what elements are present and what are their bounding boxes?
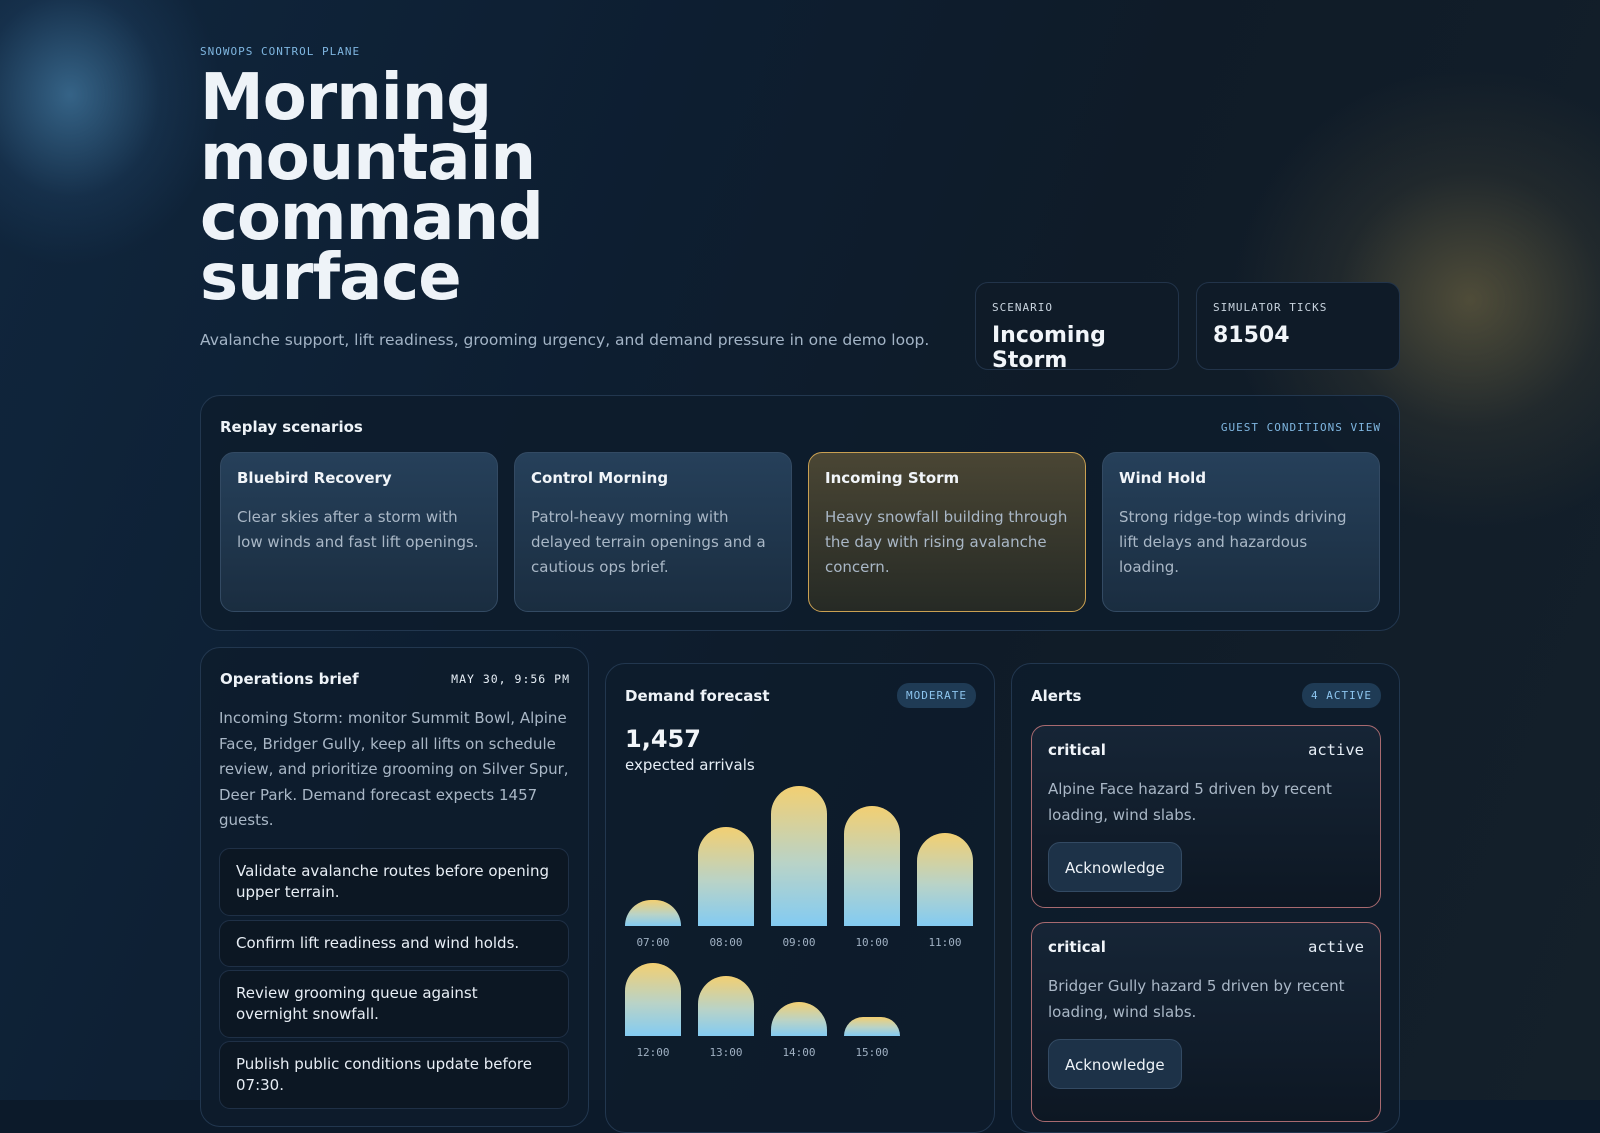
ticks-stat-label: SIMULATOR TICKS (1213, 301, 1328, 314)
expected-arrivals-value: 1,457 (625, 725, 701, 753)
demand-tick-label: 13:00 (709, 1046, 743, 1059)
demand-tick-label: 08:00 (709, 936, 743, 949)
scenario-name: Wind Hold (1119, 469, 1207, 487)
operations-brief-panel: Operations brief MAY 30, 9:56 PM Incomin… (200, 647, 589, 1127)
demand-tick-label: 07:00 (636, 936, 670, 949)
brief-date: MAY 30, 9:56 PM (451, 672, 570, 686)
demand-bar-1100 (917, 833, 973, 926)
replay-scenarios-panel: Replay scenarios GUEST CONDITIONS VIEW B… (200, 395, 1400, 631)
scenario-description: Patrol-heavy morning with delayed terrai… (531, 508, 766, 576)
alert-status: active (1308, 938, 1364, 956)
scenario-stat-value: Incoming Storm (992, 323, 1106, 373)
active-alerts-badge: 4 ACTIVE (1302, 683, 1381, 708)
acknowledge-button[interactable]: Acknowledge (1048, 842, 1182, 892)
demand-bar-0900 (771, 786, 827, 926)
scenario-name: Incoming Storm (825, 469, 960, 487)
alert-message: Alpine Face hazard 5 driven by recent lo… (1048, 780, 1332, 824)
demand-tick-label: 10:00 (855, 936, 889, 949)
demand-bar-0800 (698, 827, 754, 926)
alert-card: critical active Bridger Gully hazard 5 d… (1031, 922, 1381, 1122)
demand-tick-label: 11:00 (928, 936, 962, 949)
task-item: Confirm lift readiness and wind holds. (219, 920, 569, 967)
demand-tick-label: 09:00 (782, 936, 816, 949)
demand-bar-1000 (844, 806, 900, 926)
demand-bar-0700 (625, 900, 681, 926)
demand-bar-1200 (625, 963, 681, 1036)
scenario-card-incoming-storm[interactable]: Incoming Storm Heavy snowfall building t… (808, 452, 1086, 612)
scenario-name: Bluebird Recovery (237, 469, 392, 487)
alert-severity: critical (1048, 938, 1106, 956)
ticks-stat-card: SIMULATOR TICKS 81504 (1196, 282, 1400, 370)
scenario-card-wind-hold[interactable]: Wind Hold Strong ridge-top winds driving… (1102, 452, 1380, 612)
alerts-panel: Alerts 4 ACTIVE critical active Alpine F… (1011, 663, 1400, 1133)
alerts-title: Alerts (1031, 687, 1082, 705)
scenario-description: Heavy snowfall building through the day … (825, 508, 1068, 576)
demand-tick-label: 14:00 (782, 1046, 816, 1059)
alert-severity: critical (1048, 741, 1106, 759)
guest-conditions-link[interactable]: GUEST CONDITIONS VIEW (1221, 421, 1381, 434)
demand-bar-1400 (771, 1002, 827, 1036)
demand-level-badge: MODERATE (897, 683, 976, 708)
task-item: Review grooming queue against overnight … (219, 970, 569, 1038)
page-subtitle: Avalanche support, lift readiness, groom… (200, 331, 930, 349)
demand-bar-1500 (844, 1017, 900, 1036)
scenario-stat-card: SCENARIO Incoming Storm (975, 282, 1179, 373)
demand-forecast-title: Demand forecast (625, 687, 770, 705)
page-title: Morning mountain command surface (200, 61, 544, 315)
scenario-card-bluebird-recovery[interactable]: Bluebird Recovery Clear skies after a st… (220, 452, 498, 612)
alert-status: active (1308, 741, 1364, 759)
scenario-card-control-morning[interactable]: Control Morning Patrol-heavy morning wit… (514, 452, 792, 612)
scenario-description: Strong ridge-top winds driving lift dela… (1119, 508, 1347, 576)
task-item: Validate avalanche routes before opening… (219, 848, 569, 916)
scenario-name: Control Morning (531, 469, 669, 487)
operations-brief-title: Operations brief (220, 670, 359, 688)
brief-summary: Incoming Storm: monitor Summit Bowl, Alp… (219, 709, 569, 829)
scenario-stat-label: SCENARIO (992, 301, 1053, 314)
alert-card: critical active Alpine Face hazard 5 dri… (1031, 725, 1381, 908)
demand-forecast-panel: Demand forecast MODERATE 1,457 expected … (605, 663, 995, 1133)
acknowledge-button[interactable]: Acknowledge (1048, 1039, 1182, 1089)
demand-tick-label: 12:00 (636, 1046, 670, 1059)
alert-message: Bridger Gully hazard 5 driven by recent … (1048, 977, 1345, 1021)
task-item: Publish public conditions update before … (219, 1041, 569, 1109)
expected-arrivals-label: expected arrivals (625, 756, 755, 774)
eyebrow-label: SNOWOPS CONTROL PLANE (200, 45, 361, 58)
ticks-stat-value: 81504 (1213, 323, 1290, 348)
demand-tick-label: 15:00 (855, 1046, 889, 1059)
demand-bar-1300 (698, 976, 754, 1036)
scenario-description: Clear skies after a storm with low winds… (237, 508, 479, 551)
replay-title: Replay scenarios (220, 418, 363, 436)
